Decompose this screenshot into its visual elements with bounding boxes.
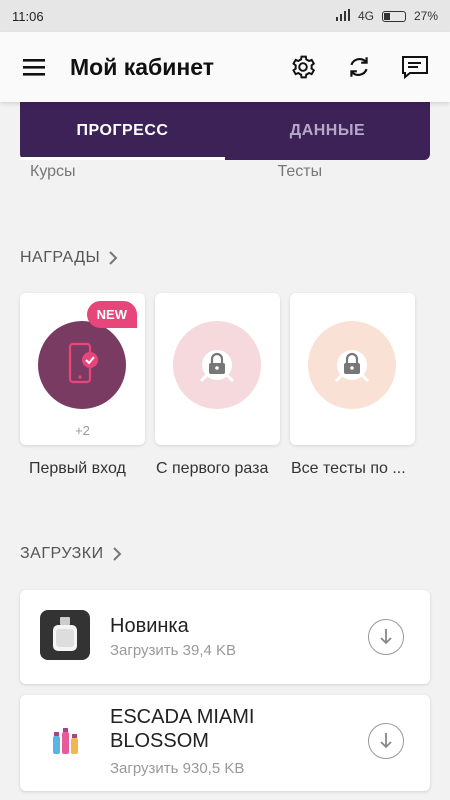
chevron-right-icon [109,251,118,265]
download-size: Загрузить 39,4 KB [110,642,237,659]
perfume-bottle-icon [40,610,90,660]
awards-header[interactable]: НАГРАДЫ [20,249,118,267]
tab-bar: ПРОГРЕСС ДАННЫЕ [20,102,430,160]
award-name: Все тесты по ... [291,460,406,477]
perfume-set-icon [40,717,90,767]
status-bar: 11:06 4G 27% [0,0,450,32]
status-time: 11:06 [12,8,44,24]
tab-data-label: ДАННЫЕ [289,122,366,139]
gear-icon[interactable] [288,52,318,82]
status-icons: 4G 27% [335,8,438,24]
app-bar: Мой кабинет [0,32,450,102]
signal-icon [335,8,350,24]
awards-title: НАГРАДЫ [20,249,101,266]
tab-indicator [20,157,225,160]
sync-icon[interactable] [344,52,374,82]
lock-icon [334,350,370,383]
page-title: Мой кабинет [70,53,215,80]
tests-label: Тесты [277,163,323,180]
tab-progress[interactable]: ПРОГРЕСС [20,102,225,160]
download-icon[interactable] [368,619,404,655]
battery-percent: 27% [413,9,438,23]
award-name: Первый вход [29,460,126,477]
award-circle [308,321,396,409]
progress-labels: Курсы Тесты [20,163,430,181]
award-circle [173,321,261,409]
award-count: +2 [75,423,90,438]
tab-progress-label: ПРОГРЕСС [76,122,169,139]
download-item[interactable]: ESCADA MIAMI BLOSSOM Загрузить 930,5 KB [20,695,430,791]
downloads-title: ЗАГРУЗКИ [20,545,104,562]
message-icon[interactable] [400,52,430,82]
award-card-all-tests[interactable] [290,293,415,445]
award-name: С первого раза [156,460,269,477]
download-size: Загрузить 930,5 KB [110,760,245,777]
download-title: Новинка [110,615,189,637]
courses-label: Курсы [30,163,76,180]
new-badge: NEW [86,301,137,328]
award-card-first-login[interactable]: NEW +2 [20,293,145,445]
download-icon[interactable] [368,723,404,759]
downloads-header[interactable]: ЗАГРУЗКИ [20,545,122,563]
download-item[interactable]: Новинка Загрузить 39,4 KB [20,590,430,684]
tab-data[interactable]: ДАННЫЕ [225,102,430,160]
lock-icon [199,350,235,383]
phone-check-icon [68,342,98,384]
network-type: 4G [357,9,374,23]
award-circle [38,321,126,409]
download-title: ESCADA MIAMI BLOSSOM [110,706,255,752]
menu-icon[interactable] [20,52,50,82]
award-card-first-time[interactable] [155,293,280,445]
chevron-right-icon [112,547,122,561]
battery-icon [381,10,406,22]
